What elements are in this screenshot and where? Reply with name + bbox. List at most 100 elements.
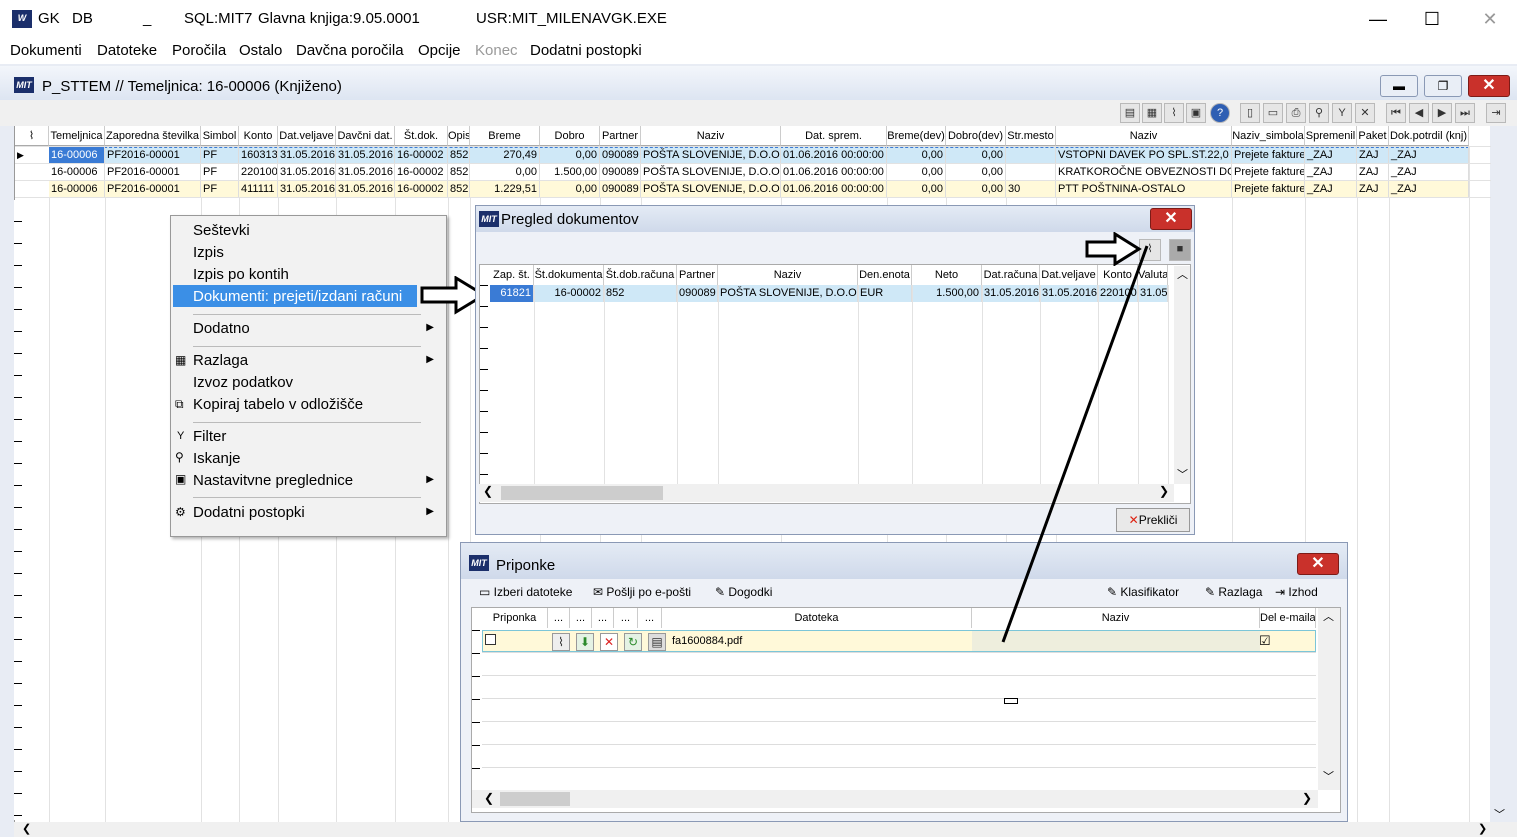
- child-minimize-button[interactable]: ▬: [1380, 75, 1418, 97]
- table-cell[interactable]: PF: [201, 147, 239, 164]
- pregled-header-5[interactable]: Den.enota: [858, 265, 912, 285]
- razlaga-button[interactable]: ✎ Razlaga: [1205, 585, 1262, 599]
- ctx-dodatno[interactable]: Dodatno: [193, 320, 250, 337]
- ctx-sestevki[interactable]: Seštevki: [193, 222, 250, 239]
- table-cell[interactable]: _ZAJ: [1305, 147, 1357, 164]
- table-cell[interactable]: Prejete fakture: [1232, 181, 1305, 198]
- next-record-icon[interactable]: ▶: [1432, 103, 1452, 123]
- table-cell[interactable]: _ZAJ: [1389, 164, 1469, 181]
- table-cell[interactable]: 16-00002: [534, 285, 604, 302]
- menu-konec[interactable]: Konec: [475, 42, 518, 59]
- grid-header-4[interactable]: Dat.veljave: [278, 126, 336, 146]
- table-cell[interactable]: 61821: [490, 285, 534, 302]
- table-cell[interactable]: 01.06.2016 00:00:00: [781, 164, 887, 181]
- menu-davcna-porocila[interactable]: Davčna poročila: [296, 42, 404, 59]
- table-cell[interactable]: [1006, 147, 1056, 164]
- table-cell[interactable]: 16-00002: [395, 147, 448, 164]
- main-hscroll[interactable]: ❮ ❯: [14, 822, 1517, 837]
- table-cell[interactable]: 31.05.2016: [278, 164, 336, 181]
- pregled-header-1[interactable]: Št.dokumenta: [534, 265, 604, 285]
- menu-dokumenti[interactable]: Dokumenti: [10, 42, 82, 59]
- table-cell[interactable]: _ZAJ: [1305, 164, 1357, 181]
- paperclip-icon[interactable]: ⌇: [552, 633, 570, 651]
- menu-ostalo[interactable]: Ostalo: [239, 42, 282, 59]
- table-cell[interactable]: POŠTA SLOVENIJE, D.O.O.: [641, 181, 781, 198]
- table-cell[interactable]: 0,00: [540, 181, 600, 198]
- table-cell[interactable]: POŠTA SLOVENIJE, D.O.O.: [641, 147, 781, 164]
- grid-header-14[interactable]: Dobro(dev): [946, 126, 1006, 146]
- pregled-header-6[interactable]: Neto: [912, 265, 982, 285]
- pregled-vscroll[interactable]: ︿ ﹀: [1174, 266, 1190, 484]
- table-cell[interactable]: VSTOPNI DAVEK PO SPL.ST.22,0: [1056, 147, 1232, 164]
- table-cell[interactable]: 0,00: [470, 164, 540, 181]
- izhod-button[interactable]: ⇥ Izhod: [1275, 585, 1318, 599]
- last-record-icon[interactable]: ⏭: [1455, 103, 1475, 123]
- table-cell[interactable]: Prejete fakture: [1232, 164, 1305, 181]
- table-cell[interactable]: ZAJ: [1357, 164, 1389, 181]
- priponke-header-8[interactable]: Del e-maila: [1260, 608, 1316, 628]
- table-cell[interactable]: 852: [448, 164, 470, 181]
- table-cell[interactable]: 01.06.2016 00:00:00: [781, 147, 887, 164]
- attachment-filename[interactable]: fa1600884.pdf: [672, 635, 742, 647]
- grid-header-10[interactable]: Partner: [600, 126, 641, 146]
- grid-header-2[interactable]: Simbol: [201, 126, 239, 146]
- ctx-izpis[interactable]: Izpis: [193, 244, 224, 261]
- table-cell[interactable]: Prejete fakture: [1232, 147, 1305, 164]
- table-cell[interactable]: EUR: [858, 285, 912, 302]
- minimize-button[interactable]: —: [1355, 4, 1401, 34]
- ctx-izpis-po-kontih[interactable]: Izpis po kontih: [193, 266, 289, 283]
- del-emaila-checkbox[interactable]: ☑: [1259, 633, 1271, 649]
- table-cell[interactable]: KRATKOROČNE OBVEZNOSTI DO: [1056, 164, 1232, 181]
- table-cell[interactable]: 16-00006: [49, 164, 105, 181]
- grid-header-17[interactable]: Naziv_simbola: [1232, 126, 1305, 146]
- grid-header-15[interactable]: Str.mesto: [1006, 126, 1056, 146]
- table-cell[interactable]: _ZAJ: [1305, 181, 1357, 198]
- table-cell[interactable]: 31.05.2016: [278, 147, 336, 164]
- printer-icon[interactable]: ⎙: [1286, 103, 1306, 123]
- priponke-header-2[interactable]: ...: [570, 608, 592, 628]
- menu-dodatni-postopki[interactable]: Dodatni postopki: [530, 42, 642, 59]
- menu-opcije[interactable]: Opcije: [418, 42, 461, 59]
- ctx-izvoz-podatkov[interactable]: Izvoz podatkov: [193, 374, 293, 391]
- blank-icon[interactable]: ▯: [1240, 103, 1260, 123]
- ctx-dokumenti-racuni[interactable]: Dokumenti: prejeti/izdani računi: [193, 288, 402, 305]
- poslji-eposta-button[interactable]: ✉ Pošlji po e-pošti: [593, 585, 691, 599]
- table-cell[interactable]: 270,49: [470, 147, 540, 164]
- table-cell[interactable]: 852: [448, 147, 470, 164]
- close-button[interactable]: ✕: [1467, 4, 1513, 34]
- monitor-icon[interactable]: ▣: [1186, 103, 1206, 123]
- table-cell[interactable]: PF2016-00001: [105, 147, 201, 164]
- grid-header-7[interactable]: Opis: [448, 126, 470, 146]
- table-cell[interactable]: 1.500,00: [912, 285, 982, 302]
- table-cell[interactable]: 01.06.2016 00:00:00: [781, 181, 887, 198]
- table-cell[interactable]: 16-00002: [395, 181, 448, 198]
- table-cell[interactable]: 31.05.2016: [336, 181, 395, 198]
- maximize-button[interactable]: ☐: [1409, 4, 1455, 34]
- priponke-header-4[interactable]: ...: [614, 608, 638, 628]
- delete-icon[interactable]: ✕: [600, 633, 618, 651]
- ctx-iskanje[interactable]: Iskanje: [193, 450, 241, 467]
- pregled-close-button[interactable]: ✕: [1150, 208, 1192, 230]
- grid-header-12[interactable]: Dat. sprem.: [781, 126, 887, 146]
- table-cell[interactable]: 0,00: [946, 181, 1006, 198]
- search-icon[interactable]: ⚲: [1309, 103, 1329, 123]
- table-cell[interactable]: _ZAJ: [1389, 181, 1469, 198]
- table-cell[interactable]: 0,00: [887, 181, 946, 198]
- child-close-button[interactable]: ✕: [1468, 75, 1510, 97]
- table-cell[interactable]: ZAJ: [1357, 147, 1389, 164]
- table-cell[interactable]: 160313: [239, 147, 278, 164]
- grid-header-8[interactable]: Breme: [470, 126, 540, 146]
- stop-icon[interactable]: ■: [1169, 239, 1191, 261]
- priponke-hscroll[interactable]: ❮ ❯: [472, 790, 1318, 808]
- grid-header-13[interactable]: Breme(dev): [887, 126, 946, 146]
- table-cell[interactable]: 0,00: [540, 147, 600, 164]
- priponke-header-1[interactable]: ...: [548, 608, 570, 628]
- prev-record-icon[interactable]: ◀: [1409, 103, 1429, 123]
- exit-icon[interactable]: ⇥: [1486, 103, 1506, 123]
- grid-header-19[interactable]: Paket: [1357, 126, 1389, 146]
- table-cell[interactable]: 090089: [600, 181, 641, 198]
- dogodki-button[interactable]: ✎ Dogodki: [715, 585, 772, 599]
- grid-header-5[interactable]: Davčni dat.: [336, 126, 395, 146]
- priponke-header-5[interactable]: ...: [638, 608, 662, 628]
- table-cell[interactable]: 16-00006: [49, 147, 105, 164]
